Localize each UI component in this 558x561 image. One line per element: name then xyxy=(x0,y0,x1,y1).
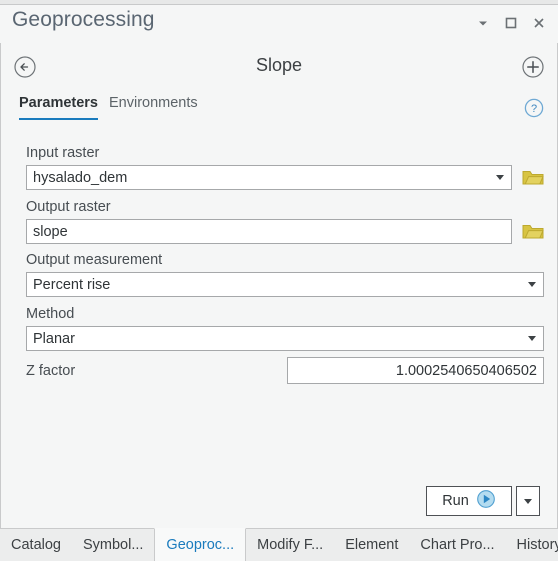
input-raster-combobox[interactable]: hysalado_dem xyxy=(26,165,512,190)
pane-title-bar: Geoprocessing xyxy=(0,5,558,43)
chevron-down-icon[interactable] xyxy=(521,327,543,350)
dock-tab-symbology[interactable]: Symbol... xyxy=(72,529,154,561)
dock-tab-history[interactable]: History xyxy=(506,529,558,561)
label-output-measurement: Output measurement xyxy=(26,252,163,268)
dock-tab-modify-features[interactable]: Modify F... xyxy=(246,529,334,561)
label-method: Method xyxy=(26,306,75,322)
run-button-label: Run xyxy=(442,493,469,509)
window-controls xyxy=(470,11,552,35)
label-z-factor: Z factor xyxy=(26,363,76,379)
method-value: Planar xyxy=(33,330,75,347)
dock-tab-catalog[interactable]: Catalog xyxy=(0,529,72,561)
label-input-raster: Input raster xyxy=(26,145,100,161)
dock-tab-chart-properties[interactable]: Chart Pro... xyxy=(409,529,505,561)
tool-title: Slope xyxy=(255,55,303,75)
run-button[interactable]: Run xyxy=(426,486,512,516)
chevron-down-icon[interactable] xyxy=(489,166,511,189)
run-options-dropdown[interactable] xyxy=(516,486,540,516)
geoprocessing-pane: Geoprocessing Slope Parameters Environme… xyxy=(0,0,558,561)
tab-strip: Parameters Environments ? xyxy=(1,91,557,129)
chevron-down-icon xyxy=(524,498,532,504)
label-output-raster: Output raster xyxy=(26,199,111,215)
output-measurement-combobox[interactable]: Percent rise xyxy=(26,272,544,297)
output-measurement-value: Percent rise xyxy=(33,276,111,293)
tab-environments[interactable]: Environments xyxy=(109,95,198,120)
tool-header: Slope xyxy=(1,43,557,91)
tab-parameters[interactable]: Parameters xyxy=(19,95,98,120)
dock-tab-bar: Catalog Symbol... Geoproc... Modify F...… xyxy=(0,528,558,561)
dock-tab-geoprocessing[interactable]: Geoproc... xyxy=(154,528,247,561)
parameters-form: Input raster hysalado_dem Output raster … xyxy=(1,129,557,528)
z-factor-value: 1.0002540650406502 xyxy=(395,362,537,379)
blue-play-circle-icon xyxy=(476,489,496,514)
chevron-down-icon[interactable] xyxy=(521,273,543,296)
circled-question-mark-icon[interactable]: ? xyxy=(519,93,549,123)
output-raster-input[interactable]: slope xyxy=(26,219,512,244)
page-title: Geoprocessing xyxy=(12,8,155,31)
z-factor-input[interactable]: 1.0002540650406502 xyxy=(287,357,544,384)
dock-tab-element[interactable]: Element xyxy=(334,529,409,561)
circled-plus-icon[interactable] xyxy=(517,51,549,83)
input-raster-value: hysalado_dem xyxy=(33,169,128,186)
run-button-group: Run xyxy=(426,486,540,516)
close-icon[interactable] xyxy=(526,11,552,35)
input-raster-browse-folder-icon[interactable] xyxy=(520,165,546,189)
output-raster-value: slope xyxy=(33,223,68,240)
maximize-icon[interactable] xyxy=(498,11,524,35)
method-combobox[interactable]: Planar xyxy=(26,326,544,351)
svg-text:?: ? xyxy=(531,103,537,115)
chevron-down-icon[interactable] xyxy=(470,11,496,35)
output-raster-browse-folder-icon[interactable] xyxy=(520,219,546,243)
